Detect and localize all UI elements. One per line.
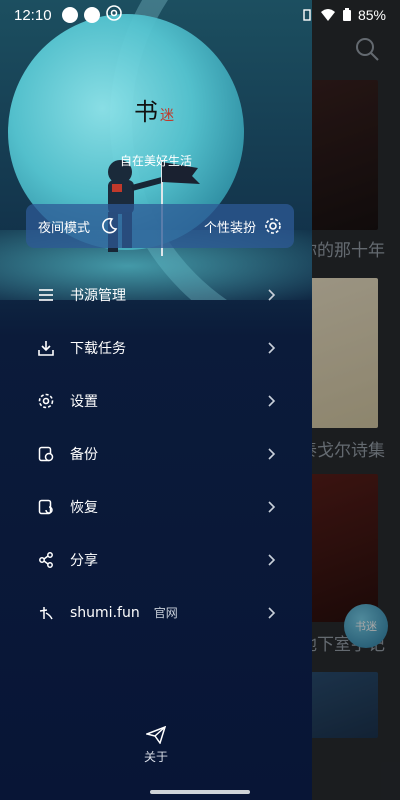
theme-skin-button[interactable]: 个性装扮: [204, 217, 256, 236]
list-icon: [39, 288, 53, 301]
notification-icon: [61, 7, 78, 23]
gear-icon: [38, 393, 54, 408]
chevron-right-icon: [268, 341, 276, 354]
gear-icon[interactable]: [264, 217, 282, 235]
menu-item-label: shumi.fun: [70, 604, 140, 621]
night-mode-toggle[interactable]: 夜间模式: [38, 217, 90, 236]
shumi-logo-icon: [39, 606, 53, 619]
menu-item-source-manage[interactable]: 书源管理: [0, 268, 312, 321]
app-logo: 书迷: [134, 98, 174, 126]
moon-icon[interactable]: [100, 217, 118, 235]
menu-item-website[interactable]: shumi.fun 官网: [0, 586, 312, 639]
restore-icon: [38, 499, 53, 514]
chevron-right-icon: [268, 447, 276, 460]
navigation-drawer: 书迷 自在美好生活 夜间模式 个性装扮 书源管理 下载任务 设置 备份 恢复 分…: [0, 0, 312, 800]
system-nav-bar: [0, 786, 400, 800]
menu-item-settings[interactable]: 设置: [0, 374, 312, 427]
wifi-icon: [320, 9, 335, 21]
menu-item-backup[interactable]: 备份: [0, 427, 312, 480]
about-label: 关于: [143, 750, 168, 764]
status-time: 12:10: [14, 6, 52, 24]
vibrate-icon: [303, 9, 311, 21]
send-icon: [146, 726, 166, 744]
chevron-right-icon: [268, 394, 276, 407]
battery-level: 85%: [357, 7, 386, 23]
notification-icon: [83, 7, 100, 23]
menu-item-downloads[interactable]: 下载任务: [0, 321, 312, 374]
chevron-right-icon: [268, 553, 276, 566]
about-button[interactable]: 关于: [138, 726, 174, 765]
menu-item-sublabel: 官网: [153, 606, 178, 620]
menu-item-label: 分享: [70, 552, 98, 569]
menu-item-label: 下载任务: [70, 340, 126, 357]
home-gesture-handle[interactable]: [150, 790, 250, 794]
download-icon: [38, 340, 54, 356]
backup-icon: [38, 446, 54, 461]
battery-icon: [342, 8, 351, 21]
menu-item-label: 设置: [70, 393, 98, 410]
menu-item-restore[interactable]: 恢复: [0, 480, 312, 533]
status-indicators: 85%: [300, 7, 386, 23]
share-icon: [39, 551, 53, 568]
menu-item-label: 备份: [70, 446, 98, 463]
menu-item-label: 恢复: [70, 499, 98, 516]
drawer-menu: 书源管理 下载任务 设置 备份 恢复 分享 shumi.fun 官网: [0, 268, 312, 639]
menu-item-label: 书源管理: [70, 287, 126, 304]
chevron-right-icon: [268, 606, 276, 619]
chevron-right-icon: [268, 500, 276, 513]
chevron-right-icon: [268, 288, 276, 301]
menu-item-share[interactable]: 分享: [0, 533, 312, 586]
status-bar: 12:10 85%: [0, 0, 400, 30]
night-mode-card: 夜间模式 个性装扮: [26, 204, 294, 248]
drawer-header-illustration: 书迷 自在美好生活: [0, 0, 312, 300]
at-sign-icon: [105, 4, 122, 26]
slogan: 自在美好生活: [120, 154, 193, 168]
